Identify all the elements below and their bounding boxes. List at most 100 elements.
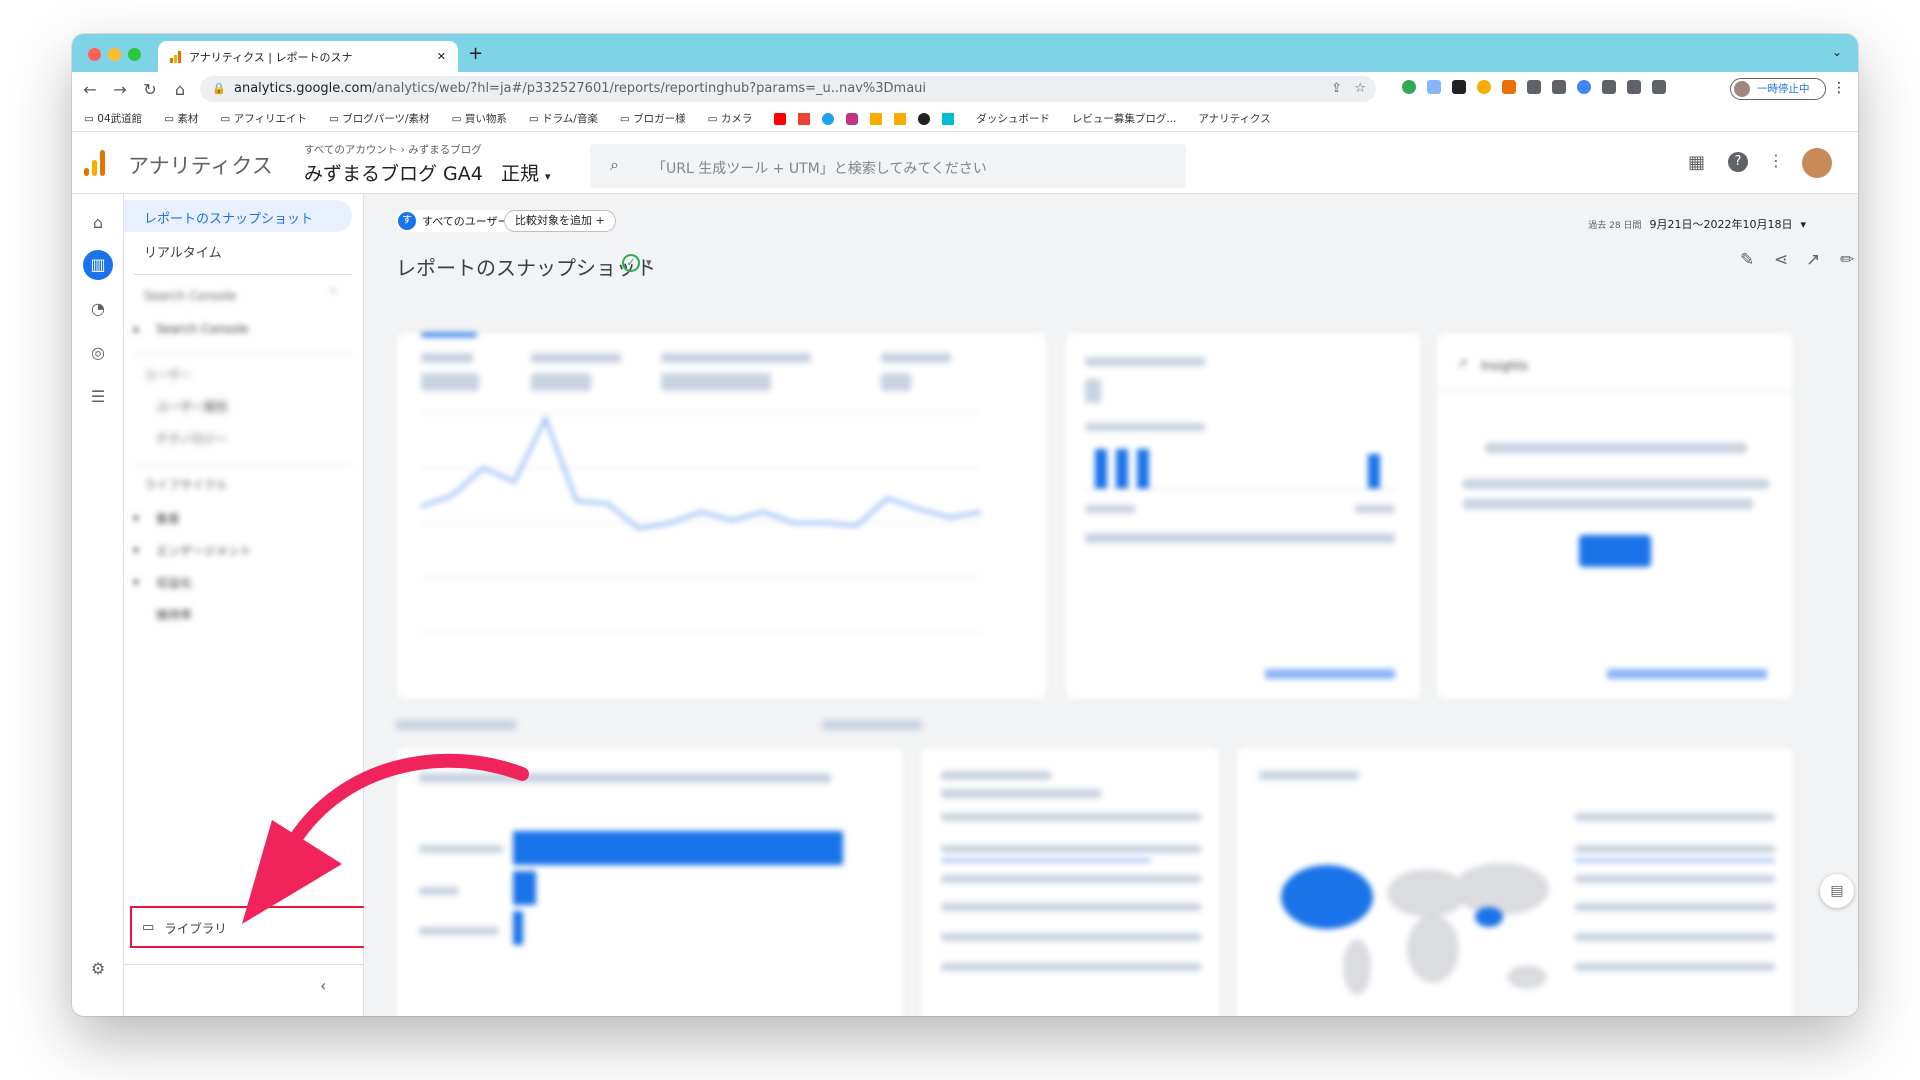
tab-analytics[interactable]: アナリティクス | レポートのスナ ✕ bbox=[158, 41, 458, 72]
edit-icon[interactable]: ✏ bbox=[1840, 250, 1854, 270]
bookmark-star-icon[interactable]: ☆ bbox=[1354, 76, 1366, 102]
back-icon[interactable]: ← bbox=[78, 80, 102, 99]
customize-report-icon[interactable]: ✎ bbox=[1740, 250, 1754, 270]
users-line-chart bbox=[420, 412, 982, 634]
segment-label: すべてのユーザー bbox=[422, 215, 509, 228]
share-icon[interactable]: ⇪ bbox=[1331, 76, 1342, 102]
url-host: analytics.google.com bbox=[234, 81, 373, 96]
reload-icon[interactable]: ↻ bbox=[138, 80, 162, 99]
realtime-bar-chart bbox=[1085, 449, 1395, 490]
country-map-card bbox=[1236, 746, 1794, 1016]
bookmark-icons bbox=[774, 112, 955, 125]
browser-window: アナリティクス | レポートのスナ ✕ + ⌄ ← → ↻ ⌂ 🔒 analyt… bbox=[72, 34, 1858, 1016]
bookmarks-bar: ▭ 04武道館 ▭ 素材 ▭ アフィリエイト ▭ ブログパーツ/素材 ▭ 買い物… bbox=[72, 106, 1858, 132]
home-icon[interactable]: ⌂ bbox=[168, 80, 192, 99]
help-icon[interactable]: ? bbox=[1728, 152, 1748, 172]
sidebar-item-realtime[interactable]: リアルタイム bbox=[144, 242, 222, 261]
status-check-icon[interactable]: ✓ bbox=[622, 254, 640, 272]
bookmark-link[interactable]: アナリティクス bbox=[1198, 111, 1270, 126]
url-path: /analytics/web/?hl=ja#/p332527601/report… bbox=[372, 81, 927, 96]
bookmark-link[interactable]: ダッシュボード bbox=[976, 111, 1050, 126]
summary-chart-card bbox=[396, 332, 1048, 700]
zoom-window-button[interactable] bbox=[128, 48, 141, 61]
bookmark-folder[interactable]: ▭ ドラム/音楽 bbox=[529, 111, 598, 126]
url-field[interactable]: 🔒 analytics.google.com/analytics/web/?hl… bbox=[200, 76, 1376, 102]
add-comparison-button[interactable]: 比較対象を追加 + bbox=[504, 210, 616, 232]
home-icon[interactable]: ⌂ bbox=[83, 208, 113, 238]
nav-rail: ⌂ ▥ ◔ ◎ ☰ ⚙ bbox=[72, 194, 124, 1016]
bookmark-folder[interactable]: ▭ ブロガー様 bbox=[620, 111, 686, 126]
expand-arrow-icon: ▸ bbox=[134, 510, 141, 524]
bookmark-folder[interactable]: ▭ アフィリエイト bbox=[220, 111, 307, 126]
realtime-bar bbox=[1137, 449, 1149, 489]
close-tab-icon[interactable]: ✕ bbox=[437, 50, 446, 63]
sidebar-item-demographics[interactable]: ユーザー属性 bbox=[156, 398, 228, 415]
folder-icon: ▭ bbox=[142, 919, 155, 935]
configure-icon[interactable]: ☰ bbox=[83, 382, 113, 412]
app-header: アナリティクス すべてのアカウント › みずまるブログ みずまるブログ GA4 … bbox=[72, 132, 1858, 194]
segment-chip[interactable]: す すべてのユーザー bbox=[396, 210, 517, 232]
expand-arrow-icon[interactable]: ▸ bbox=[134, 322, 140, 336]
chevron-up-icon[interactable]: ⌃ bbox=[328, 287, 338, 301]
collapse-sidebar-icon[interactable]: ‹ bbox=[320, 976, 326, 995]
feedback-icon[interactable]: ▤ bbox=[1820, 874, 1854, 908]
pause-label: 一時停止中 bbox=[1757, 83, 1810, 95]
bookmark-folder[interactable]: ▭ 04武道館 bbox=[84, 111, 142, 126]
campaign-card bbox=[920, 746, 1220, 1016]
divider bbox=[134, 274, 352, 275]
search-input[interactable]: ⌕ 「URL 生成ツール + UTM」と検索してみてください bbox=[590, 144, 1186, 188]
property-selector[interactable]: みずまるブログ GA4 正規 ▾ bbox=[304, 159, 551, 186]
expand-arrow-icon: ▸ bbox=[134, 574, 141, 588]
tab-list-chevron-icon[interactable]: ⌄ bbox=[1832, 45, 1842, 59]
realtime-bar bbox=[1368, 454, 1380, 489]
extension-icons bbox=[1402, 80, 1666, 94]
expand-arrow-icon: ▸ bbox=[134, 542, 141, 556]
bookmark-folder[interactable]: ▭ ブログパーツ/素材 bbox=[329, 111, 430, 126]
explore-icon[interactable]: ◔ bbox=[83, 294, 113, 324]
sidebar-item-search-console[interactable]: Search Console bbox=[156, 322, 249, 336]
bookmark-folder[interactable]: ▭ 買い物系 bbox=[452, 111, 507, 126]
minimize-window-button[interactable] bbox=[108, 48, 121, 61]
sidebar-item-tech[interactable]: テクノロジー bbox=[156, 430, 227, 447]
bookmark-link[interactable]: レビュー募集ブログ... bbox=[1072, 111, 1177, 126]
date-prefix: 過去 28 日間 bbox=[1588, 221, 1642, 231]
reports-icon[interactable]: ▥ bbox=[83, 250, 113, 280]
sidebar-item-engagement[interactable]: エンゲージメント bbox=[156, 542, 252, 559]
paused-profile-button[interactable]: 一時停止中 bbox=[1730, 78, 1826, 100]
sidebar-item-monetization[interactable]: 収益化 bbox=[156, 574, 192, 591]
browser-menu-icon[interactable]: ⋮ bbox=[1832, 80, 1846, 96]
avatar[interactable] bbox=[1802, 148, 1832, 178]
section-users[interactable]: ユーザー bbox=[144, 366, 192, 383]
tab-bar: アナリティクス | レポートのスナ ✕ + ⌄ bbox=[72, 34, 1858, 72]
date-range: 9月21日～2022年10月18日 bbox=[1649, 218, 1793, 231]
main-content: す すべてのユーザー 比較対象を追加 + 過去 28 日間 9月21日～2022… bbox=[364, 194, 1858, 1016]
sidebar-item-retention[interactable]: 維持率 bbox=[156, 606, 192, 623]
insights-card: ↗ Insights bbox=[1436, 332, 1794, 700]
forward-icon[interactable]: → bbox=[108, 80, 132, 99]
advertising-icon[interactable]: ◎ bbox=[83, 338, 113, 368]
bookmark-folder[interactable]: ▭ 素材 bbox=[164, 111, 198, 126]
insights-icon: ↗ bbox=[1457, 357, 1468, 372]
section-search-console[interactable]: Search Console bbox=[144, 289, 237, 303]
breadcrumb[interactable]: すべてのアカウント › みずまるブログ bbox=[304, 142, 482, 157]
tab-title: アナリティクス | レポートのスナ bbox=[189, 50, 353, 64]
sidebar-item-acquisition[interactable]: 集客 bbox=[156, 510, 180, 527]
settings-gear-icon[interactable]: ⚙ bbox=[83, 954, 113, 984]
page-title: レポートのスナップショット bbox=[396, 256, 656, 280]
more-icon[interactable]: ⋮ bbox=[1768, 151, 1784, 170]
analytics-logo-icon bbox=[170, 50, 181, 63]
apps-grid-icon[interactable]: ▦ bbox=[1688, 152, 1705, 173]
close-window-button[interactable] bbox=[88, 48, 101, 61]
date-range-picker[interactable]: 過去 28 日間 9月21日～2022年10月18日 ▾ bbox=[1588, 216, 1806, 232]
bookmark-folder[interactable]: ▭ カメラ bbox=[708, 111, 753, 126]
divider bbox=[124, 964, 364, 965]
new-tab-icon[interactable]: + bbox=[468, 43, 483, 64]
share-icon[interactable]: ⋖ bbox=[1774, 250, 1788, 270]
search-placeholder: 「URL 生成ツール + UTM」と検索してみてください bbox=[652, 161, 987, 177]
avatar bbox=[1734, 81, 1750, 97]
section-lifecycle[interactable]: ライフサイクル bbox=[144, 476, 227, 493]
chevron-down-icon[interactable]: ▾ bbox=[646, 256, 652, 269]
sidebar-item-label[interactable]: レポートのスナップショット bbox=[144, 208, 313, 227]
lock-icon: 🔒 bbox=[212, 82, 226, 95]
insights-icon[interactable]: ↗ bbox=[1806, 250, 1820, 270]
